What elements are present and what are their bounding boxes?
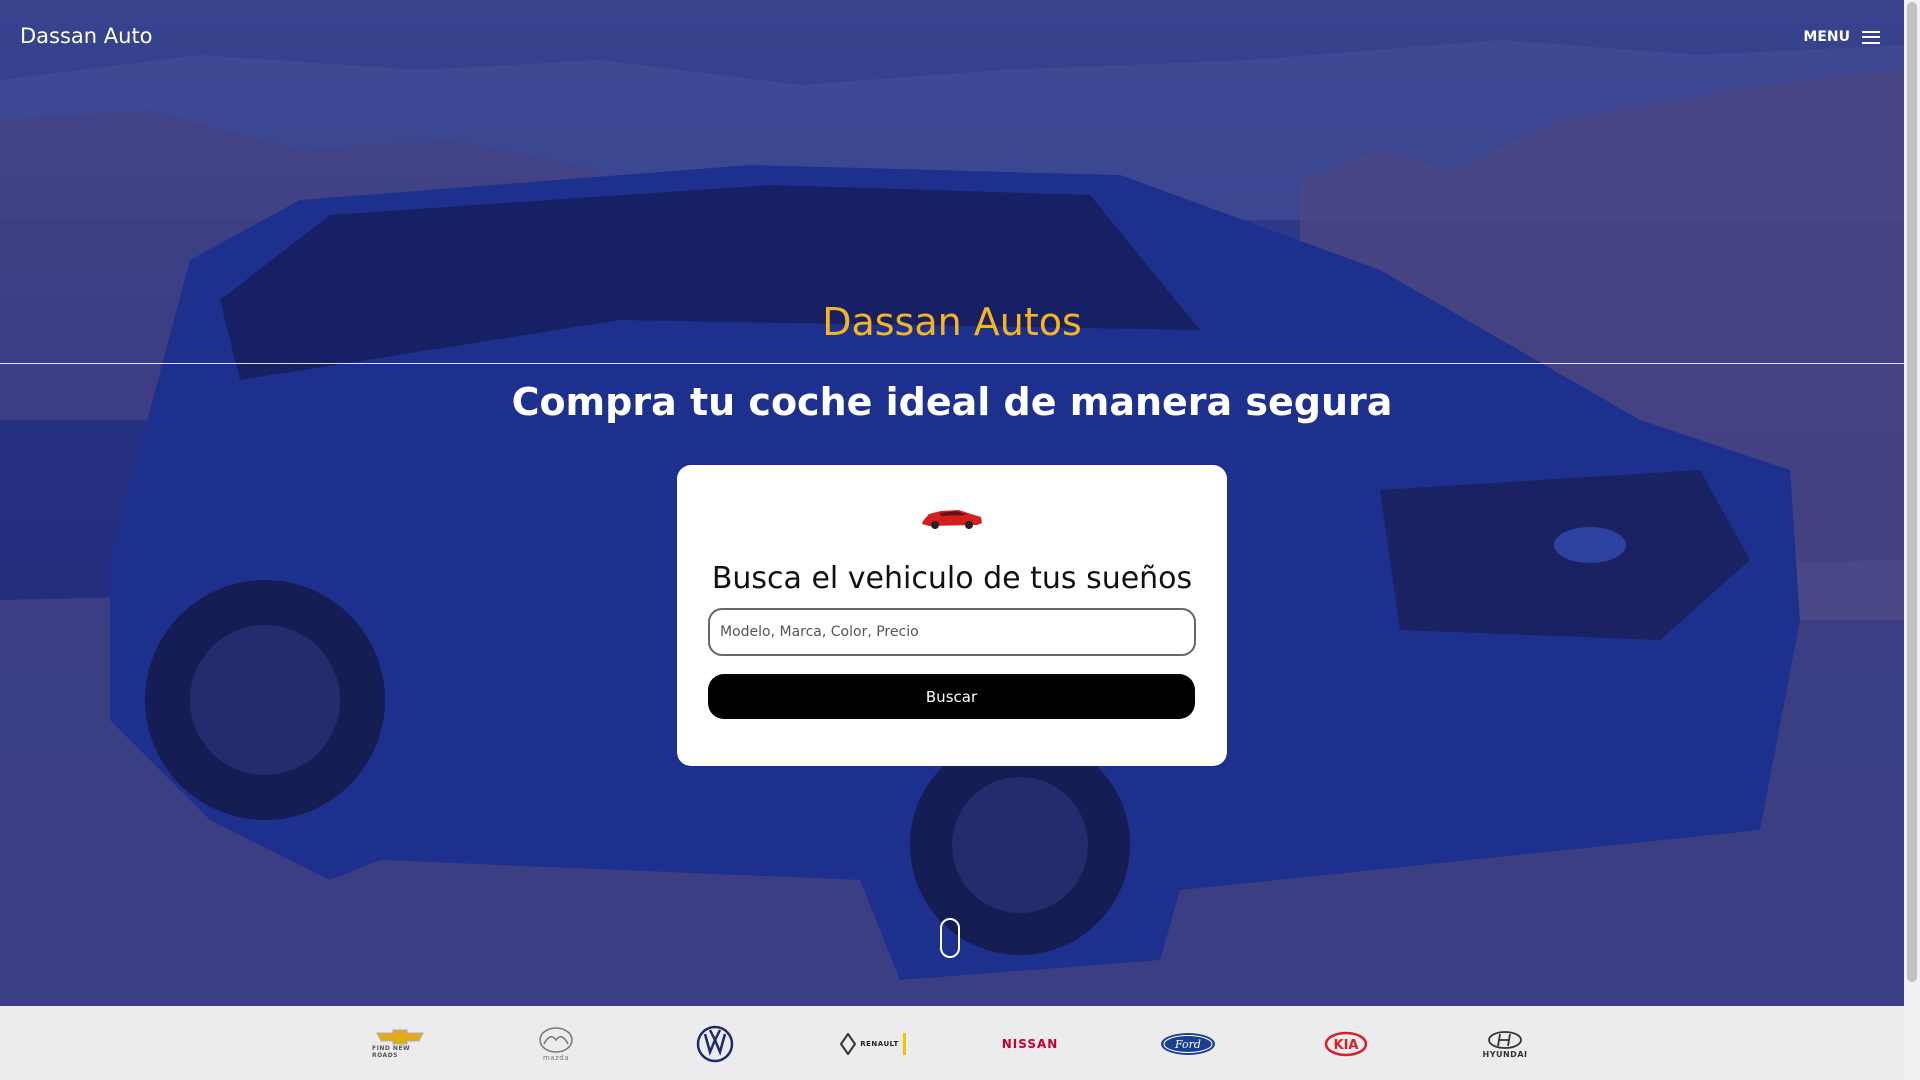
hyundai-logo-icon <box>1488 1030 1522 1049</box>
kia-wordmark: KIA <box>1334 1038 1359 1053</box>
logo-hyundai[interactable]: HYUNDAI <box>1480 1018 1530 1070</box>
chevrolet-bowtie-icon <box>376 1029 424 1045</box>
logo-volkswagen[interactable] <box>695 1018 735 1070</box>
search-title: Busca el vehiculo de tus sueños <box>711 561 1193 596</box>
logo-caption: RENAULT <box>860 1040 899 1048</box>
red-car-icon <box>922 510 982 529</box>
logo-mazda[interactable]: mazda <box>536 1018 576 1070</box>
hero-section: Dassan Auto MENU Dassan Autos Compra tu … <box>0 0 1904 1006</box>
renault-accent-bar <box>902 1033 906 1055</box>
logo-nissan[interactable]: NISSAN <box>1000 1018 1060 1070</box>
logo-caption: NISSAN <box>1001 1037 1059 1051</box>
logo-ford[interactable]: Ford <box>1160 1018 1216 1070</box>
page-scrollbar[interactable] <box>1904 0 1920 1080</box>
site-brand[interactable]: Dassan Auto <box>20 24 153 48</box>
hero-divider <box>0 363 1904 364</box>
search-button[interactable]: Buscar <box>708 674 1195 719</box>
hero-subtitle: Compra tu coche ideal de manera segura <box>511 380 1393 424</box>
menu-button[interactable]: MENU <box>1803 29 1880 45</box>
logo-caption: mazda <box>542 1054 569 1062</box>
volkswagen-logo-icon <box>696 1025 734 1063</box>
logo-chevrolet[interactable]: FIND NEW ROADS <box>372 1018 428 1070</box>
renault-diamond-icon <box>840 1033 857 1055</box>
scroll-down-indicator[interactable] <box>940 918 960 958</box>
mazda-logo-icon <box>539 1027 573 1053</box>
hamburger-icon <box>1862 30 1880 44</box>
logo-renault[interactable]: RENAULT <box>836 1018 910 1070</box>
kia-oval-icon: KIA <box>1324 1031 1368 1057</box>
search-input[interactable] <box>708 608 1196 656</box>
scrollbar-thumb[interactable] <box>1907 2 1917 982</box>
logo-kia[interactable]: KIA <box>1324 1018 1368 1070</box>
ford-wordmark: Ford <box>1174 1038 1201 1051</box>
menu-label: MENU <box>1803 29 1850 45</box>
logo-caption: FIND NEW ROADS <box>372 1045 411 1059</box>
search-card: Busca el vehiculo de tus sueños Buscar <box>677 465 1227 766</box>
hero-title: Dassan Autos <box>822 300 1082 344</box>
brand-logos-strip: FIND NEW ROADS mazda RENAULT NISSAN Ford <box>0 1006 1904 1080</box>
ford-oval-icon: Ford <box>1161 1033 1215 1055</box>
logo-caption: HYUNDAI <box>1482 1049 1528 1059</box>
